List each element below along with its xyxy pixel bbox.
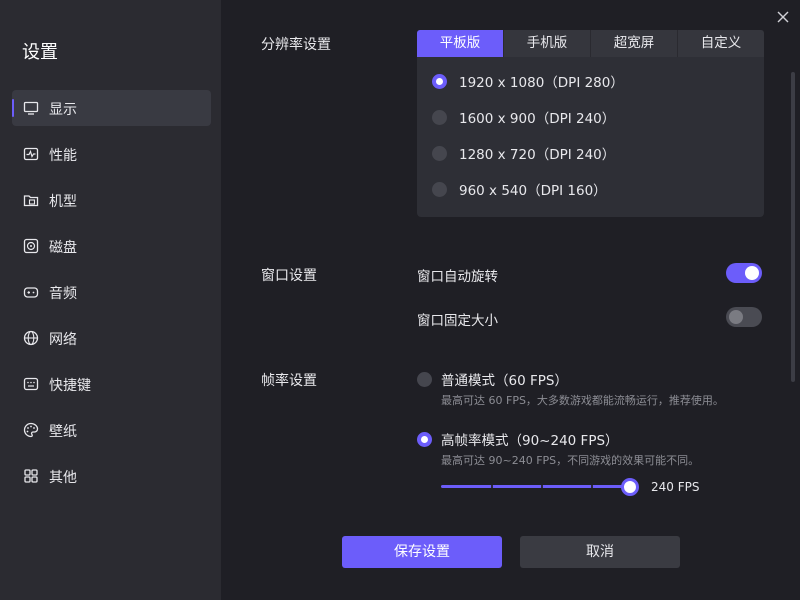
- performance-icon: [23, 146, 39, 162]
- toggle-knob: [729, 310, 743, 324]
- sidebar-item-display[interactable]: 显示: [12, 90, 211, 126]
- window-section-label: 窗口设置: [261, 265, 317, 285]
- palette-icon: [23, 422, 39, 438]
- resolution-option-label: 1600 x 900（DPI 240）: [459, 107, 615, 127]
- tab-tablet[interactable]: 平板版: [417, 30, 504, 57]
- resolution-options-panel: 1920 x 1080（DPI 280） 1600 x 900（DPI 240）…: [417, 57, 764, 217]
- sidebar: 设置 显示 性能 机型 磁盘 音频 网络 快捷键 壁纸 其他: [0, 0, 221, 600]
- auto-rotate-label: 窗口自动旋转: [417, 265, 498, 285]
- fps-normal-option[interactable]: 普通模式（60 FPS）: [417, 369, 568, 389]
- slider-track: [441, 485, 631, 488]
- fps-slider[interactable]: [441, 478, 633, 496]
- resolution-option-label: 960 x 540（DPI 160）: [459, 179, 607, 199]
- sidebar-item-label: 音频: [49, 283, 77, 303]
- sidebar-item-audio[interactable]: 音频: [12, 274, 211, 310]
- save-button[interactable]: 保存设置: [342, 536, 502, 568]
- radio-unselected[interactable]: [417, 372, 432, 387]
- disk-icon: [23, 238, 39, 254]
- device-model-icon: [23, 192, 39, 208]
- slider-thumb[interactable]: [621, 478, 639, 496]
- resolution-section-label: 分辨率设置: [261, 34, 331, 54]
- sidebar-item-label: 性能: [49, 145, 77, 165]
- fps-high-title: 高帧率模式（90~240 FPS）: [441, 429, 619, 449]
- fps-normal-description: 最高可达 60 FPS，大多数游戏都能流畅运行，推荐使用。: [441, 392, 724, 408]
- resolution-tabs: 平板版 手机版 超宽屏 自定义: [417, 30, 764, 57]
- audio-icon: [23, 284, 39, 300]
- resolution-option-1280x720[interactable]: 1280 x 720（DPI 240）: [432, 143, 615, 163]
- resolution-option-label: 1920 x 1080（DPI 280）: [459, 71, 624, 91]
- fixed-size-label: 窗口固定大小: [417, 309, 498, 329]
- globe-icon: [23, 330, 39, 346]
- sidebar-item-network[interactable]: 网络: [12, 320, 211, 356]
- sidebar-item-wallpaper[interactable]: 壁纸: [12, 412, 211, 448]
- resolution-option-1920x1080[interactable]: 1920 x 1080（DPI 280）: [432, 71, 624, 91]
- auto-rotate-toggle[interactable]: [726, 263, 762, 283]
- monitor-icon: [23, 100, 39, 116]
- sidebar-item-label: 壁纸: [49, 421, 77, 441]
- sidebar-item-device-model[interactable]: 机型: [12, 182, 211, 218]
- tab-phone[interactable]: 手机版: [504, 30, 591, 57]
- resolution-option-960x540[interactable]: 960 x 540（DPI 160）: [432, 179, 607, 199]
- sidebar-item-label: 磁盘: [49, 237, 77, 257]
- fps-normal-title: 普通模式（60 FPS）: [441, 369, 568, 389]
- fps-high-option[interactable]: 高帧率模式（90~240 FPS）: [417, 429, 619, 449]
- radio-unselected[interactable]: [432, 182, 447, 197]
- radio-unselected[interactable]: [432, 110, 447, 125]
- sidebar-item-disk[interactable]: 磁盘: [12, 228, 211, 264]
- sidebar-item-label: 网络: [49, 329, 77, 349]
- sidebar-title: 设置: [22, 38, 58, 64]
- toggle-knob: [745, 266, 759, 280]
- keyboard-icon: [23, 376, 39, 392]
- grid-icon: [23, 468, 39, 484]
- slider-tick: [491, 485, 493, 488]
- slider-tick: [591, 485, 593, 488]
- sidebar-item-label: 快捷键: [49, 375, 91, 395]
- framerate-section-label: 帧率设置: [261, 370, 317, 390]
- fps-slider-value: 240 FPS: [651, 480, 699, 494]
- resolution-option-label: 1280 x 720（DPI 240）: [459, 143, 615, 163]
- sidebar-item-other[interactable]: 其他: [12, 458, 211, 494]
- radio-selected[interactable]: [417, 432, 432, 447]
- sidebar-item-performance[interactable]: 性能: [12, 136, 211, 172]
- sidebar-item-label: 显示: [49, 99, 77, 119]
- scrollbar[interactable]: [791, 72, 795, 382]
- radio-selected[interactable]: [432, 74, 447, 89]
- tab-custom[interactable]: 自定义: [678, 30, 764, 57]
- resolution-option-1600x900[interactable]: 1600 x 900（DPI 240）: [432, 107, 615, 127]
- fixed-size-toggle[interactable]: [726, 307, 762, 327]
- radio-unselected[interactable]: [432, 146, 447, 161]
- cancel-button[interactable]: 取消: [520, 536, 680, 568]
- slider-tick: [541, 485, 543, 488]
- sidebar-item-label: 其他: [49, 467, 77, 487]
- sidebar-item-shortcuts[interactable]: 快捷键: [12, 366, 211, 402]
- close-icon[interactable]: [774, 8, 792, 26]
- sidebar-item-label: 机型: [49, 191, 77, 211]
- tab-ultrawide[interactable]: 超宽屏: [591, 30, 678, 57]
- fps-high-description: 最高可达 90~240 FPS，不同游戏的效果可能不同。: [441, 452, 699, 468]
